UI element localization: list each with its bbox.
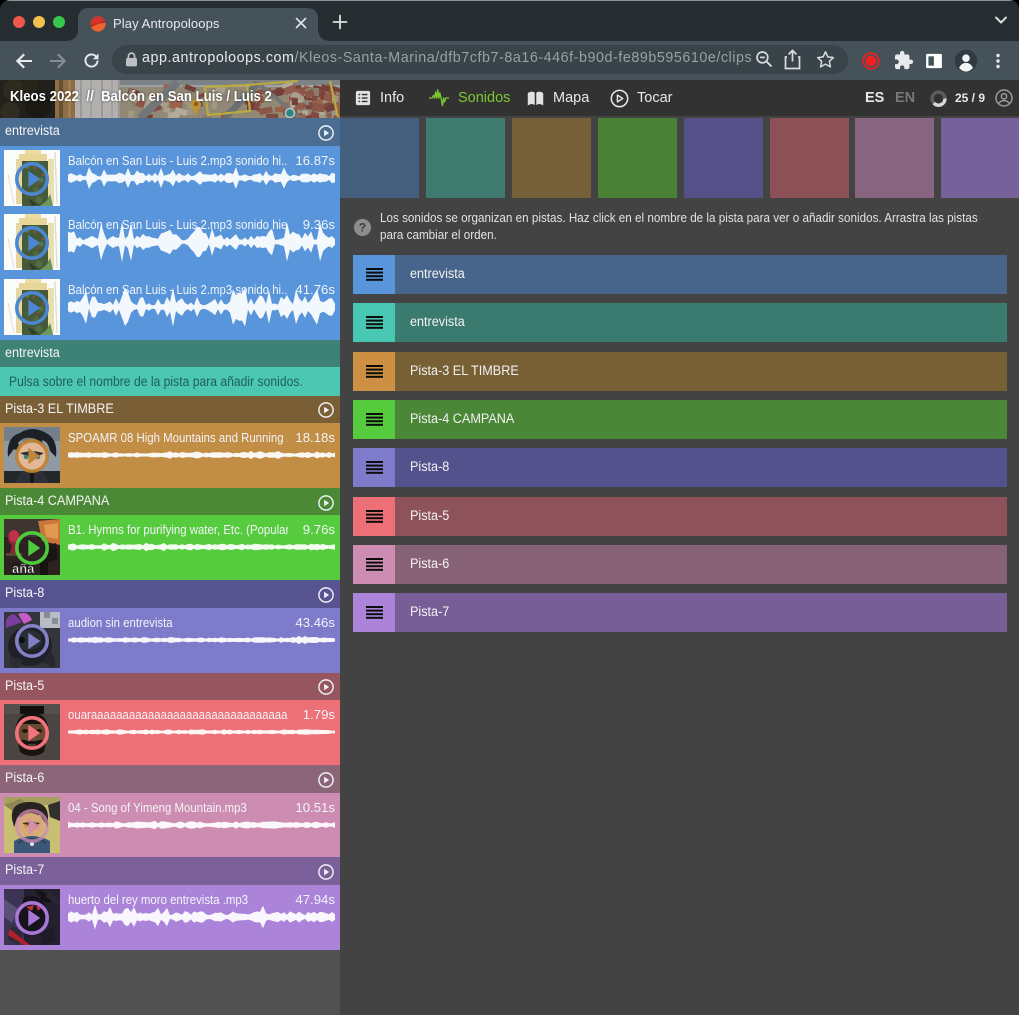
svg-text:?: ?: [359, 221, 366, 235]
